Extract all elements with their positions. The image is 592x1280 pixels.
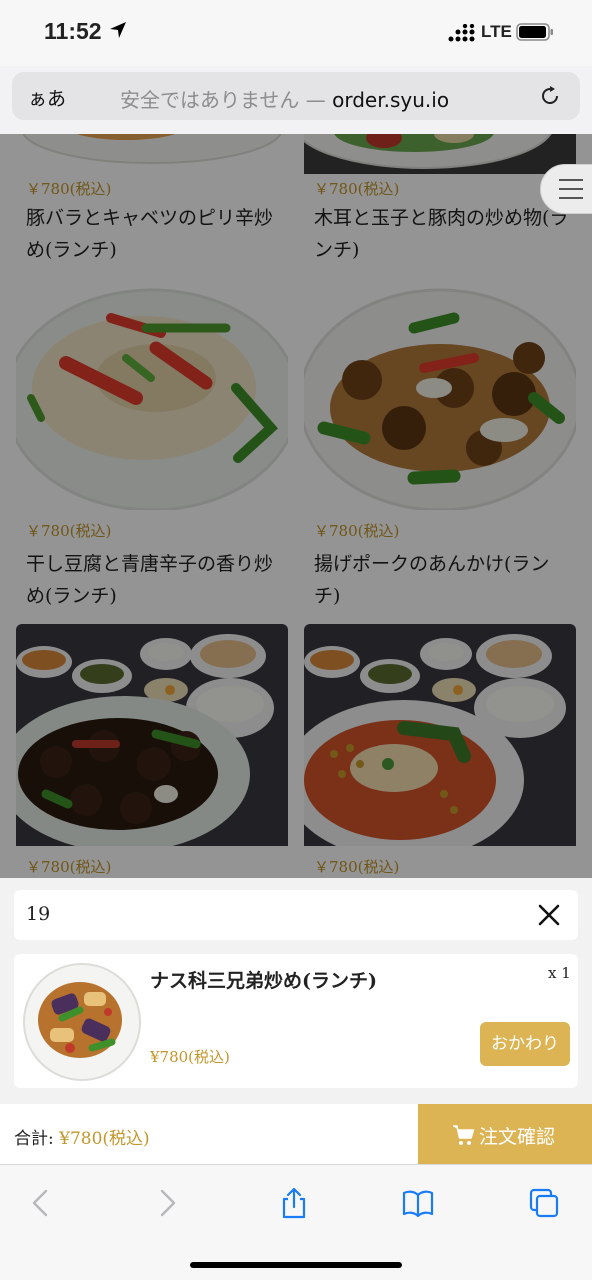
- dish-photo: [304, 624, 576, 846]
- cart-item: ナス科三兄弟炒め(ランチ) x 1 ¥780(税込) おかわり: [14, 954, 578, 1088]
- url-bar[interactable]: ぁあ 安全ではありません — order.syu.io: [12, 72, 580, 120]
- menu-list-icon: [559, 179, 583, 181]
- card-name: 干し豆腐と青唐辛子の香り炒め(ランチ): [26, 553, 274, 607]
- reload-icon[interactable]: [538, 84, 562, 108]
- reorder-button[interactable]: おかわり: [480, 1022, 570, 1066]
- signal-icon: [448, 24, 475, 42]
- home-indicator: [190, 1262, 402, 1268]
- menu-grid: ￥780(税込) 豚バラとキャベツのピリ辛炒め(ランチ) ￥780(税込) 木耳…: [0, 134, 592, 878]
- bookmarks-icon[interactable]: [402, 1187, 434, 1219]
- dish-photo: [16, 624, 288, 846]
- card-price: ￥780(税込): [26, 180, 112, 198]
- status-time: 11:52: [44, 18, 102, 44]
- location-arrow-icon: [110, 22, 126, 38]
- cart-item-count: x 1: [548, 964, 571, 982]
- confirm-order-button[interactable]: 注文確認: [418, 1104, 592, 1164]
- dish-photo: [304, 134, 576, 174]
- status-bar: 11:52 LTE: [0, 0, 592, 66]
- menu-card[interactable]: ￥780(税込) 干し豆腐と青唐辛子の香り炒め(ランチ): [16, 288, 288, 608]
- security-warning: 安全ではありません: [120, 88, 300, 112]
- menu-card[interactable]: ￥780(税込) 揚げポークのあんかけ(ランチ): [304, 288, 576, 608]
- battery-icon: [516, 23, 553, 41]
- dish-photo: [304, 288, 576, 510]
- text-size-button[interactable]: ぁあ: [28, 84, 66, 111]
- dish-photo: [16, 134, 288, 174]
- card-name: 揚げポークのあんかけ(ランチ): [314, 553, 550, 607]
- card-name: 豚バラとキャベツのピリ辛炒め(ランチ): [26, 207, 274, 261]
- menu-list-button[interactable]: [540, 164, 592, 214]
- dish-photo: [16, 288, 288, 510]
- card-price: ￥780(税込): [26, 522, 112, 540]
- cart-icon: [453, 1125, 475, 1145]
- total-amount: ¥780(税込): [59, 1129, 150, 1149]
- card-price: ￥780(税込): [26, 858, 112, 876]
- order-total: 合計: ¥780(税込): [14, 1124, 150, 1149]
- card-price: ￥780(税込): [314, 180, 400, 198]
- card-price: ￥780(税込): [314, 522, 400, 540]
- cart-item-photo: [23, 963, 141, 1081]
- url-separator: —: [299, 88, 333, 112]
- menu-card[interactable]: ￥780(税込) 木耳と玉子と豚肉の炒め物(ランチ): [304, 134, 576, 272]
- address-field[interactable]: 安全ではありません — order.syu.io: [120, 84, 449, 113]
- tabs-icon[interactable]: [528, 1187, 560, 1219]
- cart-item-name: ナス科三兄弟炒め(ランチ): [150, 970, 377, 992]
- card-name: 木耳と玉子と豚肉の炒め物(ランチ): [314, 207, 569, 261]
- menu-card[interactable]: ￥780(税込): [16, 624, 288, 878]
- domain-text: order.syu.io: [332, 88, 450, 112]
- share-icon[interactable]: [278, 1187, 310, 1219]
- cart-item-price: ¥780(税込): [150, 1048, 230, 1066]
- menu-list-icon: [559, 188, 583, 190]
- menu-list-icon: [559, 197, 583, 199]
- total-label: 合計:: [14, 1129, 60, 1149]
- forward-icon[interactable]: [152, 1187, 184, 1219]
- order-bar: 合計: ¥780(税込) 注文確認: [0, 1104, 592, 1164]
- back-icon[interactable]: [24, 1187, 56, 1219]
- confirm-order-label: 注文確認: [479, 1126, 556, 1148]
- network-type: LTE: [481, 22, 512, 41]
- menu-card[interactable]: ￥780(税込): [304, 624, 576, 878]
- cart-sheet: 19 ナス科三兄弟炒め(ランチ) x 1 ¥780(税込) おかわり: [0, 878, 592, 1104]
- menu-card[interactable]: ￥780(税込) 豚バラとキャベツのピリ辛炒め(ランチ): [16, 134, 288, 272]
- cart-header: 19: [14, 890, 578, 940]
- card-price: ￥780(税込): [314, 858, 400, 876]
- cart-quantity: 19: [26, 903, 51, 925]
- close-icon[interactable]: [538, 904, 560, 926]
